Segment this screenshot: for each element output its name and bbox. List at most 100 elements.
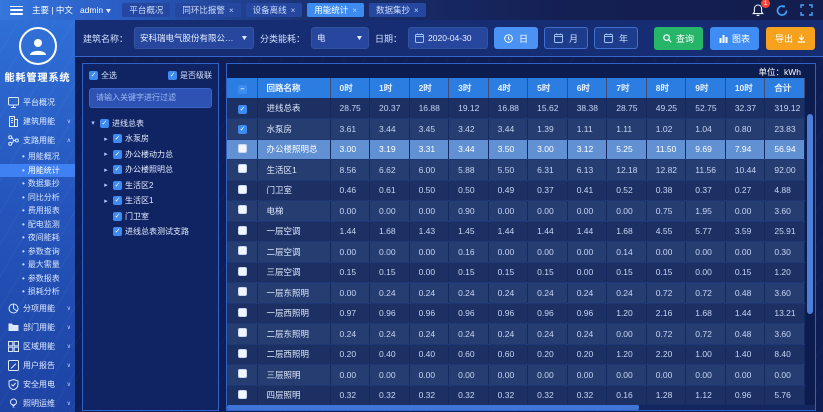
tree-item-办公楼照明总[interactable]: ▸✓办公楼照明总 bbox=[89, 162, 212, 178]
sidebar-subitem-用能概况[interactable]: •用能概况 bbox=[0, 150, 75, 164]
table-row[interactable]: 办公楼照明总3.003.193.313.443.503.003.125.2511… bbox=[227, 139, 805, 160]
close-icon[interactable]: × bbox=[352, 6, 357, 15]
table-row[interactable]: 生活区18.566.626.005.885.506.316.1312.1812.… bbox=[227, 160, 805, 181]
checkbox-icon[interactable] bbox=[238, 246, 247, 255]
close-icon[interactable]: × bbox=[291, 6, 296, 15]
sidebar-item-用户报告[interactable]: 用户报告∨ bbox=[0, 356, 75, 375]
table-row[interactable]: 三层照明0.000.000.000.000.000.000.000.000.00… bbox=[227, 365, 805, 386]
tab-数据集抄[interactable]: 数据集抄× bbox=[369, 3, 426, 17]
caret-expanded-icon[interactable]: ▾ bbox=[89, 119, 97, 127]
table-row[interactable]: 一层西照明0.970.960.960.960.960.960.961.202.1… bbox=[227, 303, 805, 324]
checkbox-checked-icon[interactable]: ✓ bbox=[113, 212, 122, 221]
table-row[interactable]: ✓进线总表28.7520.3716.8819.1216.8815.6238.38… bbox=[227, 98, 805, 119]
checkbox-icon[interactable] bbox=[238, 205, 247, 214]
checkbox-checked-icon[interactable]: ✓ bbox=[113, 165, 122, 174]
tree-item-进线总表[interactable]: ▾✓进线总表 bbox=[89, 116, 212, 132]
notifications-button[interactable]: 1 bbox=[752, 4, 764, 17]
checkbox-indeterminate-icon[interactable]: – bbox=[238, 85, 247, 94]
checkbox-icon[interactable] bbox=[238, 328, 247, 337]
sidebar-item-支路用能[interactable]: 支路用能∧ bbox=[0, 131, 75, 150]
table-row[interactable]: 二层东照明0.240.240.240.240.240.240.240.000.7… bbox=[227, 324, 805, 345]
menu-toggle-icon[interactable] bbox=[10, 6, 23, 15]
checkbox-checked-icon[interactable]: ✓ bbox=[238, 105, 247, 114]
checkbox-icon[interactable] bbox=[238, 390, 247, 399]
sidebar-item-区域用能[interactable]: 区域用能∨ bbox=[0, 337, 75, 356]
query-button[interactable]: 查询 bbox=[654, 27, 703, 50]
sidebar-subitem-损耗分析[interactable]: •损耗分析 bbox=[0, 285, 75, 299]
close-icon[interactable]: × bbox=[414, 6, 419, 15]
tree-item-办公楼动力总[interactable]: ▸✓办公楼动力总 bbox=[89, 147, 212, 163]
period-year-button[interactable]: 年 bbox=[594, 27, 638, 49]
sidebar-item-分项用能[interactable]: 分项用能∨ bbox=[0, 299, 75, 318]
sidebar-item-部门用能[interactable]: 部门用能∨ bbox=[0, 318, 75, 337]
caret-collapsed-icon[interactable]: ▸ bbox=[102, 150, 110, 158]
checkbox-checked-icon[interactable]: ✓ bbox=[100, 119, 109, 128]
sidebar-item-建筑用能[interactable]: 建筑用能∨ bbox=[0, 112, 75, 131]
checkbox-icon[interactable] bbox=[238, 144, 247, 153]
table-row[interactable]: 一层东照明0.000.240.240.240.240.240.240.240.7… bbox=[227, 283, 805, 304]
checkbox-icon[interactable] bbox=[238, 349, 247, 358]
sidebar-subitem-最大需量[interactable]: •最大需量 bbox=[0, 258, 75, 272]
sidebar-subitem-用能统计[interactable]: •用能统计 bbox=[0, 164, 75, 178]
table-row[interactable]: 电梯0.000.000.000.900.000.000.000.000.751.… bbox=[227, 201, 805, 222]
sidebar-subitem-夜间能耗[interactable]: •夜间能耗 bbox=[0, 231, 75, 245]
cascade-checkbox[interactable]: ✓ 是否级联 bbox=[168, 70, 212, 81]
caret-collapsed-icon[interactable]: ▸ bbox=[102, 181, 110, 189]
table-row[interactable]: 四层照明0.320.320.320.320.320.320.320.161.28… bbox=[227, 385, 805, 406]
refresh-icon[interactable] bbox=[775, 4, 789, 17]
checkbox-checked-icon[interactable]: ✓ bbox=[113, 134, 122, 143]
checkbox-icon[interactable] bbox=[238, 226, 247, 235]
table-row[interactable]: 二层西照明0.200.400.400.600.600.200.201.202.2… bbox=[227, 344, 805, 365]
sidebar-subitem-参数报表[interactable]: •参数报表 bbox=[0, 272, 75, 286]
export-button[interactable]: 导出 bbox=[766, 27, 815, 50]
building-select[interactable]: 安科瑞电气股份有限公司A栋▼ bbox=[134, 27, 254, 49]
sidebar-subitem-费用报表[interactable]: •费用报表 bbox=[0, 204, 75, 218]
sidebar-subitem-配电监测[interactable]: •配电监测 bbox=[0, 218, 75, 232]
tree-item-生活区1[interactable]: ▸✓生活区1 bbox=[89, 193, 212, 209]
checkbox-icon[interactable] bbox=[238, 267, 247, 276]
sidebar-item-照明运维[interactable]: 照明运维∨ bbox=[0, 394, 75, 412]
table-row[interactable]: 二层空调0.000.000.000.160.000.000.000.140.00… bbox=[227, 242, 805, 263]
checkbox-icon[interactable] bbox=[238, 369, 247, 378]
horizontal-scrollbar[interactable] bbox=[227, 405, 639, 410]
select-all-checkbox[interactable]: ✓ 全选 bbox=[89, 70, 117, 81]
checkbox-checked-icon[interactable]: ✓ bbox=[113, 227, 122, 236]
sidebar-subitem-同比分析[interactable]: •同比分析 bbox=[0, 191, 75, 205]
tab-设备离线[interactable]: 设备离线× bbox=[246, 3, 303, 17]
table-row[interactable]: 门卫室0.460.610.500.500.490.370.410.520.380… bbox=[227, 180, 805, 201]
date-input[interactable]: 2020-04-30 bbox=[408, 27, 488, 49]
user-menu[interactable]: admin ▼ bbox=[80, 5, 112, 15]
table-row[interactable]: 三层空调0.150.150.000.150.150.150.000.150.15… bbox=[227, 262, 805, 283]
caret-collapsed-icon[interactable]: ▸ bbox=[102, 197, 110, 205]
checkbox-icon[interactable] bbox=[238, 185, 247, 194]
tree-item-生活区2[interactable]: ▸✓生活区2 bbox=[89, 178, 212, 194]
checkbox-checked-icon[interactable]: ✓ bbox=[113, 196, 122, 205]
checkbox-checked-icon[interactable]: ✓ bbox=[238, 125, 247, 134]
checkbox-checked-icon[interactable]: ✓ bbox=[113, 150, 122, 159]
table-row[interactable]: 一层空调1.441.681.431.451.441.441.441.684.55… bbox=[227, 221, 805, 242]
close-icon[interactable]: × bbox=[229, 6, 234, 15]
table-row[interactable]: ✓水泵房3.613.443.453.423.441.391.111.111.02… bbox=[227, 119, 805, 140]
caret-collapsed-icon[interactable]: ▸ bbox=[102, 135, 110, 143]
period-day-button[interactable]: 日 bbox=[494, 27, 538, 49]
checkbox-icon[interactable] bbox=[238, 287, 247, 296]
avatar[interactable] bbox=[19, 27, 57, 65]
sidebar-subitem-数据集抄[interactable]: •数据集抄 bbox=[0, 177, 75, 191]
sidebar-subitem-参数查询[interactable]: •参数查询 bbox=[0, 245, 75, 259]
caret-collapsed-icon[interactable]: ▸ bbox=[102, 166, 110, 174]
tab-同环比报警[interactable]: 同环比报警× bbox=[175, 3, 240, 17]
chart-button[interactable]: 图表 bbox=[710, 27, 759, 50]
tree-item-门卫室[interactable]: ✓门卫室 bbox=[89, 209, 212, 225]
tab-平台概况[interactable]: 平台概况 bbox=[122, 3, 170, 17]
checkbox-icon[interactable] bbox=[238, 308, 247, 317]
sidebar-item-平台概况[interactable]: 平台概况 bbox=[0, 93, 75, 112]
checkbox-icon[interactable] bbox=[238, 164, 247, 173]
tab-用能统计[interactable]: 用能统计× bbox=[307, 3, 364, 17]
sidebar-item-安全用电[interactable]: 安全用电∨ bbox=[0, 375, 75, 394]
fullscreen-icon[interactable] bbox=[800, 4, 813, 16]
period-month-button[interactable]: 月 bbox=[544, 27, 588, 49]
vertical-scrollbar[interactable] bbox=[807, 114, 813, 314]
checkbox-checked-icon[interactable]: ✓ bbox=[113, 181, 122, 190]
tree-item-进线总表测试支路[interactable]: ✓进线总表测试支路 bbox=[89, 224, 212, 240]
category-select[interactable]: 电▼ bbox=[311, 27, 369, 49]
